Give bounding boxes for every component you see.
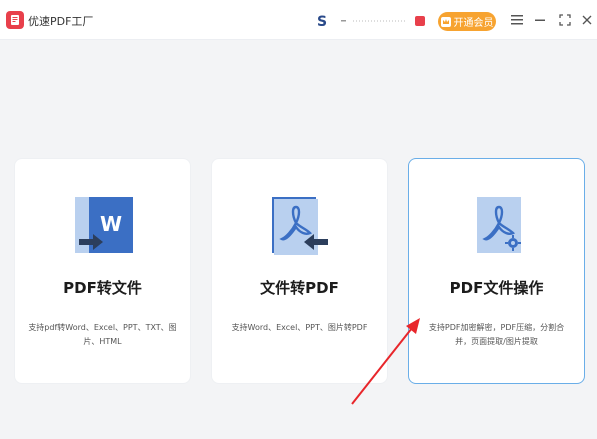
- svg-text:W: W: [100, 212, 122, 236]
- promo-banner[interactable]: S: [317, 13, 427, 30]
- app-logo-icon: [6, 11, 24, 29]
- maximize-icon[interactable]: [557, 12, 573, 28]
- card-title: PDF转文件: [63, 279, 142, 297]
- card-pdf-operations[interactable]: PDF文件操作 支持PDF加密解密，PDF压缩，分割合并，页面提取/图片提取: [408, 158, 585, 384]
- app-title: 优速PDF工厂: [28, 15, 94, 28]
- vip-crown-icon: [440, 16, 451, 27]
- card-desc: 支持Word、Excel、PPT、图片转PDF: [231, 323, 368, 332]
- pdf-operations-icon: [469, 195, 529, 259]
- close-icon[interactable]: [579, 12, 595, 28]
- vip-button[interactable]: 开通会员: [438, 12, 496, 31]
- menu-icon[interactable]: [509, 12, 525, 28]
- card-pdf-to-file[interactable]: W PDF转文件 支持pdf转Word、Excel、PPT、TXT、图片、HTM…: [14, 158, 191, 384]
- title-bar: 优速PDF工厂 S 开通会员: [0, 0, 597, 40]
- card-title: PDF文件操作: [449, 279, 544, 297]
- card-file-to-pdf[interactable]: 文件转PDF 支持Word、Excel、PPT、图片转PDF: [211, 158, 388, 384]
- card-desc: 支持PDF加密解密，PDF压缩，分割合并，页面提取/图片提取: [428, 323, 565, 346]
- card-title: 文件转PDF: [260, 279, 339, 297]
- card-desc: 支持pdf转Word、Excel、PPT、TXT、图片、HTML: [28, 323, 177, 346]
- vip-label: 开通会员: [453, 18, 494, 29]
- svg-text:S: S: [317, 14, 327, 29]
- file-to-pdf-icon: [272, 195, 332, 259]
- pdf-to-word-icon: W: [75, 195, 135, 259]
- minimize-icon[interactable]: [533, 12, 549, 28]
